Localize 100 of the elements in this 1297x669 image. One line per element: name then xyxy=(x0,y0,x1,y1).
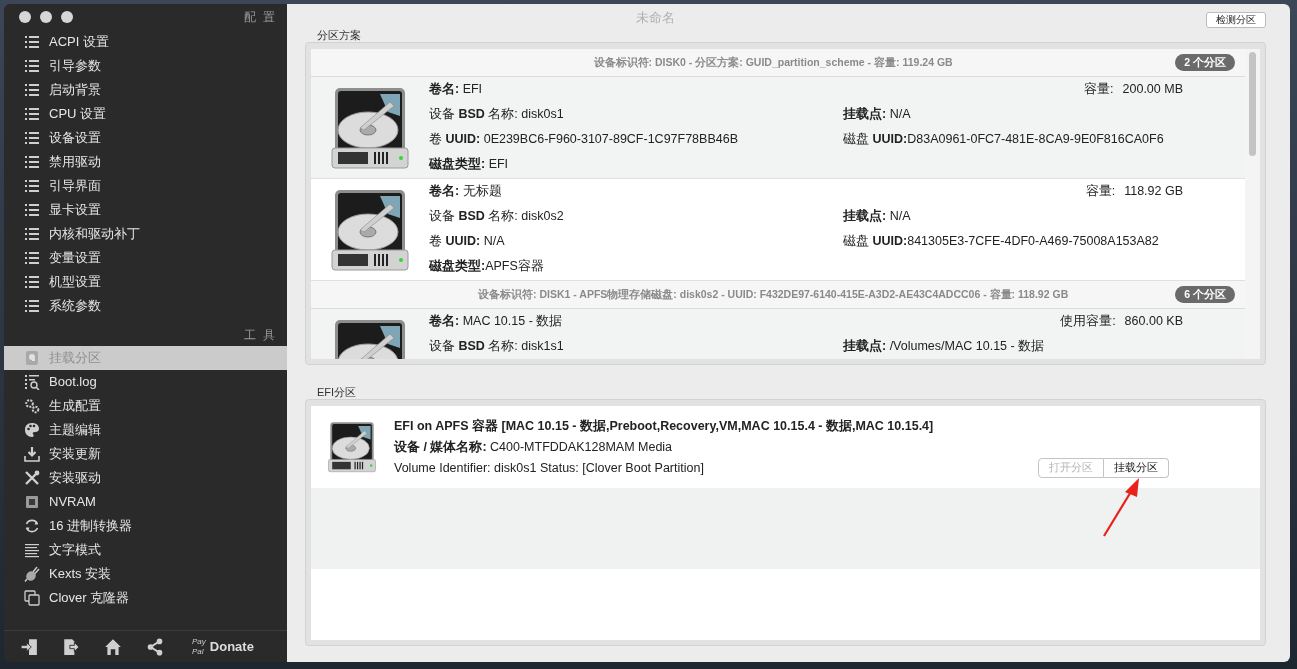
sidebar-item[interactable]: NVRAM xyxy=(4,490,287,514)
download-icon xyxy=(24,446,40,462)
sign-in-icon xyxy=(20,637,38,656)
partition-detail: 挂载点: N/A xyxy=(843,106,912,124)
partition-detail: 卷名: MAC 10.15 - 数据 xyxy=(429,313,564,331)
partition-detail: 磁盘 UUID:841305E3-7CFE-4DF0-A469-75008A153A82 xyxy=(843,233,1160,251)
list-icon xyxy=(24,82,40,98)
partition-detail: 设备 BSD 名称: disk1s1 xyxy=(429,338,565,356)
partition-detail: 设备 BSD 名称: disk0s2 xyxy=(429,208,565,226)
media-name: 设备 / 媒体名称: C400-MTFDDAK128MAM Media xyxy=(394,438,674,456)
sidebar-item[interactable]: Boot.log xyxy=(4,370,287,394)
mount-partition-button[interactable]: 挂载分区 xyxy=(1104,458,1169,478)
home-icon xyxy=(104,637,122,656)
list-icon xyxy=(24,226,40,242)
sidebar-item[interactable]: 16 进制转换器 xyxy=(4,514,287,538)
disk-summary: 设备标识符: DISK1 - APFS物理存储磁盘: disk0s2 - UUID: F432DE97-6140-415E-A3D2-AE43C4ADCC06 - 容量: 118.92 GB xyxy=(477,286,1070,302)
sidebar-item[interactable]: 文字模式 xyxy=(4,538,287,562)
capacity-label: 容量: xyxy=(1085,183,1116,201)
annotation-arrow xyxy=(1103,478,1139,537)
hard-drive-icon xyxy=(329,85,411,170)
partition-detail: 磁盘类型: EFI xyxy=(429,156,510,174)
list-icon xyxy=(24,58,40,74)
home-button[interactable] xyxy=(104,637,122,656)
section-label: 分区方案 xyxy=(316,28,362,42)
partition-count-badge: 6 个分区 xyxy=(1175,285,1235,304)
palette-icon xyxy=(24,422,40,438)
plug-icon xyxy=(24,566,40,582)
partition-detail: 磁盘类型:APFS容器 xyxy=(429,258,545,276)
hard-drive-icon xyxy=(327,421,377,473)
partition-detail: 设备 BSD 名称: disk0s1 xyxy=(429,106,565,124)
sidebar-item[interactable]: 内核和驱动补丁 xyxy=(4,222,287,246)
sidebar-item[interactable]: ACPI 设置 xyxy=(4,30,287,54)
capacity-label: 使用容量: xyxy=(1060,313,1116,331)
sidebar-item[interactable]: 安装更新 xyxy=(4,442,287,466)
capacity-value: 860.00 KB xyxy=(1124,313,1183,331)
partition-detail: 卷名: EFI xyxy=(429,81,484,99)
sidebar-item[interactable]: Kexts 安装 xyxy=(4,562,287,586)
text-lines-icon xyxy=(24,542,40,558)
sidebar-item[interactable]: 设备设置 xyxy=(4,126,287,150)
partition-count-badge: 2 个分区 xyxy=(1175,53,1235,72)
sign-out-icon xyxy=(62,637,80,656)
list-icon xyxy=(24,178,40,194)
window-control[interactable] xyxy=(61,11,73,23)
sidebar-item[interactable]: 引导界面 xyxy=(4,174,287,198)
partition-detail: 挂载点: /Volumes/MAC 10.15 - 数据 xyxy=(843,338,1046,356)
capacity-value: 200.00 MB xyxy=(1122,81,1183,99)
partition-detail: 磁盘 UUID:D83A0961-0FC7-481E-8CA9-9E0F816CA0F6 xyxy=(843,131,1165,149)
list-icon xyxy=(24,130,40,146)
detect-button[interactable]: 检测分区 xyxy=(1206,12,1266,28)
chip-icon xyxy=(24,494,40,510)
partition-detail: 卷名: 无标题 xyxy=(429,183,503,201)
window-control[interactable] xyxy=(19,11,31,23)
paypal-text: Pay xyxy=(192,636,206,647)
donate-label: Donate xyxy=(209,637,254,656)
window-title: 未命名 xyxy=(635,9,676,27)
sidebar-item[interactable]: 机型设置 xyxy=(4,270,287,294)
partition-detail: 卷 UUID: 0E239BC6-F960-3107-89CF-1C97F78BB46B xyxy=(429,131,739,149)
sidebar-item[interactable]: 生成配置 xyxy=(4,394,287,418)
copy-icon xyxy=(24,590,40,606)
tools-icon xyxy=(24,470,40,486)
sidebar-item[interactable]: 禁用驱动 xyxy=(4,150,287,174)
list-icon xyxy=(24,154,40,170)
list-icon xyxy=(24,298,40,314)
list-icon xyxy=(24,34,40,50)
volume-status: Volume Identifier: disk0s1 Status: [Clover Boot Partition] xyxy=(394,459,705,477)
sidebar-item[interactable]: 启动背景 xyxy=(4,78,287,102)
gears-icon xyxy=(24,398,40,414)
section-header: 工 具 xyxy=(242,327,278,344)
share-button[interactable] xyxy=(146,637,164,656)
window-control[interactable] xyxy=(40,11,52,23)
partition-row[interactable]: 卷名: EFI 容量: 200.00 MB 设备 BSD 名称: disk0s1 挂载点: N/A 卷 UUID: 0E239BC6-F960-3107-89CF-1C97F78BB46B 磁盘 UUID:D83A0961-0FC7-481E-8CA9-9E0F816CA0F6 磁盘类型: EFI xyxy=(311,77,1245,179)
sidebar-item[interactable]: 显卡设置 xyxy=(4,198,287,222)
partition-row[interactable]: 卷名: MAC 10.15 - 数据 使用容量: 860.00 KB 设备 BSD 名称: disk1s1 挂载点: /Volumes/MAC 10.15 - 数据 xyxy=(311,309,1245,359)
sidebar-item[interactable]: 变量设置 xyxy=(4,246,287,270)
list-icon xyxy=(24,250,40,266)
section-label: EFI分区 xyxy=(316,385,358,399)
sidebar-item[interactable]: 安装驱动 xyxy=(4,466,287,490)
section-header: 配 置 xyxy=(243,9,277,26)
refresh-icon xyxy=(24,518,40,534)
list-icon xyxy=(24,202,40,218)
paypal-text: Pal xyxy=(192,646,205,657)
capacity-label: 容量: xyxy=(1084,81,1114,99)
partition-detail: 挂载点: N/A xyxy=(843,208,912,226)
list-icon xyxy=(24,274,40,290)
disk-summary: 设备标识符: DISK0 - 分区方案: GUID_partition_scheme - 容量: 119.24 GB xyxy=(592,54,954,70)
scrollbar[interactable] xyxy=(1245,49,1260,359)
partition-detail: 卷 UUID: N/A xyxy=(429,233,506,251)
share-icon xyxy=(146,637,164,656)
hard-drive-icon xyxy=(329,187,411,272)
log-search-icon xyxy=(24,374,40,390)
sidebar-item[interactable]: 系统参数 xyxy=(4,294,287,318)
efi-title: EFI on APFS 容器 [MAC 10.15 - 数据,Preboot,Recovery,VM,MAC 10.15.4 - 数据,MAC 10.15.4] xyxy=(394,417,935,435)
list-icon xyxy=(24,106,40,122)
sign-in-button[interactable] xyxy=(20,637,38,656)
sidebar-item[interactable]: 主题编辑 xyxy=(4,418,287,442)
sidebar-item[interactable]: CPU 设置 xyxy=(4,102,287,126)
sign-out-button[interactable] xyxy=(62,637,80,656)
sidebar-item[interactable]: Clover 克隆器 xyxy=(4,586,287,610)
sidebar-item[interactable]: 引导参数 xyxy=(4,54,287,78)
capacity-value: 118.92 GB xyxy=(1124,183,1183,201)
